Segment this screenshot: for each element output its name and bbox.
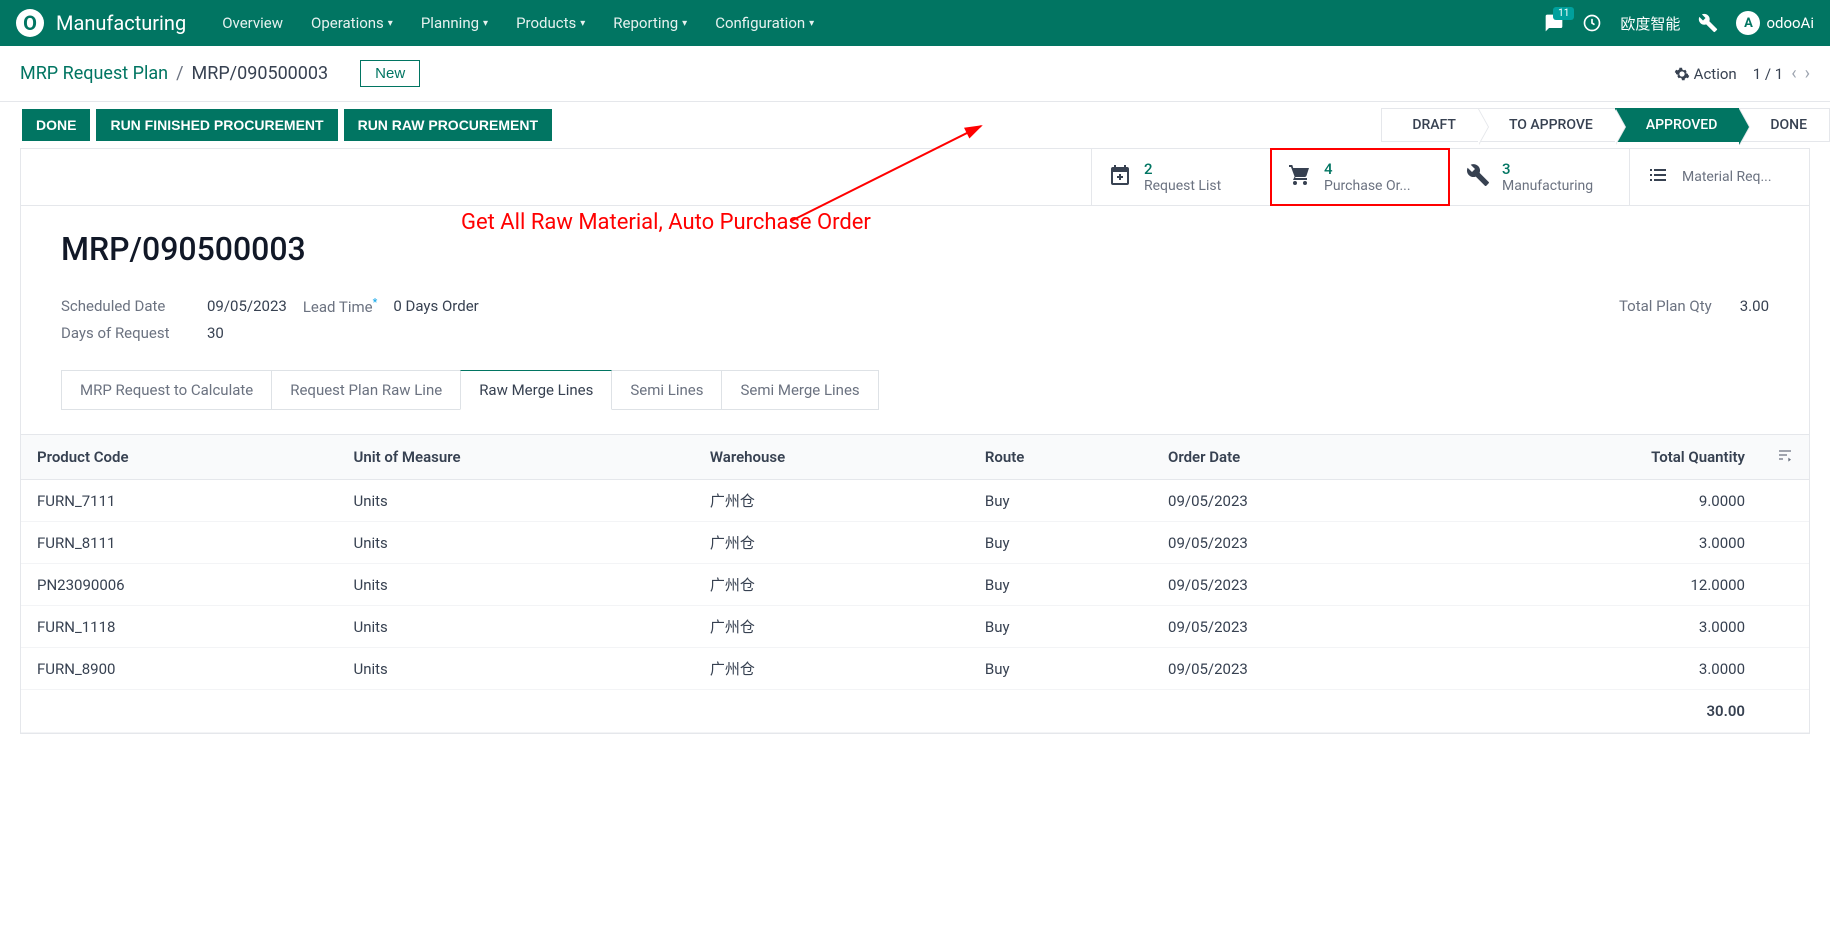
total-plan-qty-label: Total Plan Qty (1619, 297, 1712, 315)
col-order-date[interactable]: Order Date (1152, 435, 1438, 480)
total-plan-qty: 3.00 (1740, 297, 1769, 315)
table-row[interactable]: FURN_7111Units广州仓Buy09/05/20239.0000 (21, 480, 1809, 522)
run-raw-procurement-button[interactable]: RUN RAW PROCUREMENT (344, 109, 552, 141)
days-of-request: 30 (207, 324, 224, 342)
app-name[interactable]: Manufacturing (56, 11, 186, 35)
table-row[interactable]: FURN_8900Units广州仓Buy09/05/20233.0000 (21, 648, 1809, 690)
pager-next[interactable]: › (1805, 63, 1810, 84)
tab-request-plan-raw-line[interactable]: Request Plan Raw Line (271, 370, 461, 410)
nav-planning[interactable]: Planning ▾ (409, 6, 500, 40)
chat-icon[interactable]: 11 (1544, 13, 1564, 33)
tab-mrp-request-to-calculate[interactable]: MRP Request to Calculate (61, 370, 272, 410)
footer-total-qty: 30.00 (1439, 690, 1762, 733)
tab-semi-lines[interactable]: Semi Lines (611, 370, 722, 410)
lead-time-value: 0 Days Order (393, 297, 478, 315)
nav-operations[interactable]: Operations ▾ (299, 6, 405, 40)
col-unit-of-measure[interactable]: Unit of Measure (337, 435, 693, 480)
wrench-icon (1466, 163, 1490, 191)
columns-options-icon[interactable] (1761, 435, 1809, 480)
stage-to-approve[interactable]: TO APPROVE (1478, 108, 1616, 142)
statbtn-manufacturing[interactable]: 3Manufacturing (1449, 149, 1629, 205)
clock-icon[interactable] (1582, 13, 1602, 33)
new-button[interactable]: New (360, 60, 420, 87)
stage-done[interactable]: DONE (1739, 108, 1830, 142)
breadcrumb-current: MRP/090500003 (192, 63, 329, 84)
lead-time-label: Lead Time (303, 298, 373, 316)
breadcrumb: MRP Request Plan / MRP/090500003 New (20, 60, 1674, 87)
scheduled-date: 09/05/2023 (207, 297, 287, 315)
col-route[interactable]: Route (969, 435, 1152, 480)
statebar: DONERUN FINISHED PROCUREMENTRUN RAW PROC… (0, 102, 1830, 148)
stage-draft[interactable]: DRAFT (1381, 108, 1479, 142)
nav-overview[interactable]: Overview (210, 6, 295, 40)
tabs: MRP Request to CalculateRequest Plan Raw… (61, 370, 1769, 410)
user-avatar: A (1736, 11, 1760, 35)
tab-raw-merge-lines[interactable]: Raw Merge Lines (460, 370, 612, 410)
breadcrumb-parent[interactable]: MRP Request Plan (20, 63, 168, 84)
record-title: MRP/090500003 (61, 230, 1769, 268)
statbtn-material-req-[interactable]: Material Req... (1629, 149, 1809, 205)
col-warehouse[interactable]: Warehouse (694, 435, 969, 480)
user-menu[interactable]: A odooAi (1736, 11, 1814, 35)
nav-menu: OverviewOperations ▾Planning ▾Products ▾… (210, 6, 826, 40)
list-icon (1646, 163, 1670, 191)
done-button[interactable]: DONE (22, 109, 90, 141)
breadcrumb-bar: MRP Request Plan / MRP/090500003 New Act… (0, 46, 1830, 102)
col-total-quantity[interactable]: Total Quantity (1439, 435, 1762, 480)
gear-icon (1674, 66, 1690, 82)
nav-products[interactable]: Products ▾ (504, 6, 597, 40)
scheduled-date-label: Scheduled Date (61, 297, 191, 315)
odoo-ai-link[interactable]: 欧度智能 (1620, 13, 1680, 34)
cart-icon (1288, 163, 1312, 191)
tools-icon[interactable] (1698, 13, 1718, 33)
days-of-request-label: Days of Request (61, 324, 191, 342)
action-menu[interactable]: Action (1674, 65, 1737, 83)
pager-prev[interactable]: ‹ (1791, 63, 1796, 84)
annotation-text: Get All Raw Material, Auto Purchase Orde… (461, 210, 871, 235)
user-name: odooAi (1766, 14, 1814, 32)
form-sheet: 2Request List4Purchase Or...3Manufacturi… (20, 148, 1810, 734)
pager: 1 / 1 ‹ › (1753, 63, 1810, 84)
nav-reporting[interactable]: Reporting ▾ (601, 6, 699, 40)
stat-buttons: 2Request List4Purchase Or...3Manufacturi… (21, 149, 1809, 206)
statbtn-request-list[interactable]: 2Request List (1091, 149, 1271, 205)
table-row[interactable]: FURN_1118Units广州仓Buy09/05/20233.0000 (21, 606, 1809, 648)
chat-count: 11 (1553, 7, 1574, 20)
run-finished-procurement-button[interactable]: RUN FINISHED PROCUREMENT (96, 109, 337, 141)
table-row[interactable]: FURN_8111Units广州仓Buy09/05/20233.0000 (21, 522, 1809, 564)
raw-merge-table: Product CodeUnit of MeasureWarehouseRout… (21, 434, 1809, 733)
calendar-plus-icon (1108, 163, 1132, 191)
table-row[interactable]: PN23090006Units广州仓Buy09/05/202312.0000 (21, 564, 1809, 606)
stage-approved[interactable]: APPROVED (1615, 108, 1741, 142)
col-product-code[interactable]: Product Code (21, 435, 337, 480)
navbar: O Manufacturing OverviewOperations ▾Plan… (0, 0, 1830, 46)
pager-text: 1 / 1 (1753, 65, 1784, 83)
tab-semi-merge-lines[interactable]: Semi Merge Lines (721, 370, 878, 410)
app-logo[interactable]: O (16, 9, 44, 37)
nav-configuration[interactable]: Configuration ▾ (703, 6, 826, 40)
statbtn-purchase-or-[interactable]: 4Purchase Or... (1270, 148, 1450, 206)
